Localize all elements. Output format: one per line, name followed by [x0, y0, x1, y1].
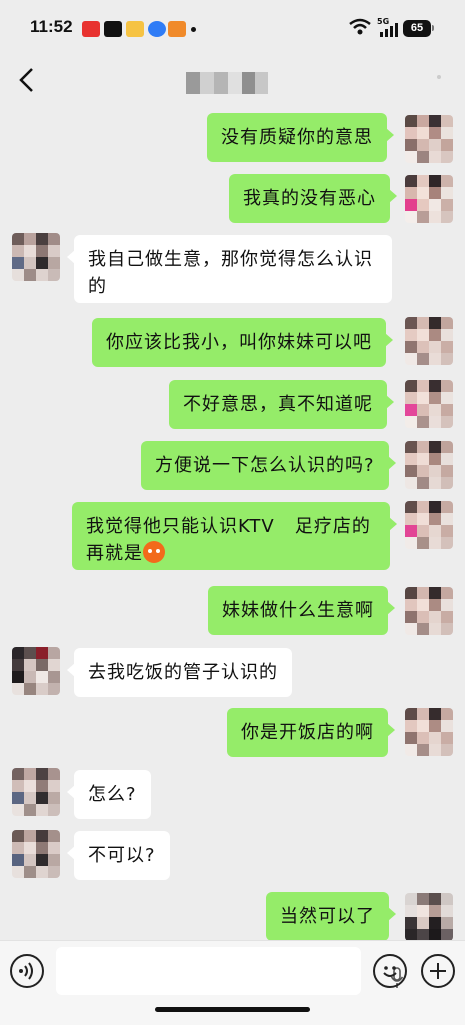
my-avatar[interactable]: [405, 587, 453, 635]
message-bubble-sent[interactable]: 我真的没有恶心: [229, 174, 397, 223]
message-bubble-sent[interactable]: 不好意思，真不知道呢: [169, 380, 394, 429]
voice-input-icon[interactable]: [10, 954, 44, 988]
toutiao-icon: [82, 21, 100, 37]
message-bubble-received[interactable]: 去我吃饭的管子认识的: [67, 648, 292, 697]
game-icon: [168, 21, 186, 37]
tiktok-icon: [104, 21, 122, 37]
contact-avatar[interactable]: [12, 233, 60, 281]
my-avatar[interactable]: [405, 893, 453, 941]
contact-avatar[interactable]: [12, 830, 60, 878]
message-bubble-sent[interactable]: 当然可以了: [266, 892, 396, 941]
contact-avatar[interactable]: [12, 647, 60, 695]
emoji-icon[interactable]: [373, 954, 407, 988]
battery-indicator: 65: [403, 20, 431, 37]
message-bubble-sent[interactable]: 没有质疑你的意思: [207, 113, 394, 162]
my-avatar[interactable]: [405, 115, 453, 163]
message-line: 我自己做生意，那你觉得怎么认识: [88, 249, 373, 270]
message-bubble-received[interactable]: 怎么?: [67, 770, 151, 819]
message-bubble-sent[interactable]: 我觉得他只能认识KTV 足疗店的 再就是: [72, 502, 397, 570]
chat-header: [0, 52, 465, 108]
message-bubble-sent[interactable]: 你应该比我小，叫你妹妹可以吧: [92, 318, 393, 367]
more-options-icon[interactable]: [437, 75, 441, 79]
my-avatar[interactable]: [405, 501, 453, 549]
message-bubble-received[interactable]: 不可以?: [67, 831, 170, 880]
status-time: 11:52: [30, 17, 73, 36]
plus-icon[interactable]: [421, 954, 455, 988]
message-bubble-sent[interactable]: 方便说一下怎么认识的吗?: [141, 441, 396, 490]
my-avatar[interactable]: [405, 708, 453, 756]
my-avatar[interactable]: [405, 380, 453, 428]
message-bubble-received[interactable]: 我自己做生意，那你觉得怎么认识 的: [67, 235, 392, 303]
message-line: 的: [88, 276, 107, 297]
more-notifications-dot: [191, 27, 196, 32]
message-bubble-sent[interactable]: 你是开饭店的啊: [227, 708, 395, 757]
message-line: 我觉得他只能认识KTV 足疗店的: [86, 516, 371, 537]
input-bar: [0, 940, 465, 1025]
chevron-left-icon[interactable]: [16, 66, 38, 94]
emoji-face-icon: [143, 541, 165, 563]
status-bar: 11:52 5G 65: [0, 0, 465, 52]
contact-avatar[interactable]: [12, 768, 60, 816]
message-bubble-sent[interactable]: 妹妹做什么生意啊: [208, 586, 395, 635]
wifi-icon: [349, 18, 371, 35]
my-avatar[interactable]: [405, 441, 453, 489]
contact-name-obscured: [186, 72, 268, 94]
my-avatar[interactable]: [405, 317, 453, 365]
message-line: 再就是: [86, 540, 376, 567]
browser-icon: [148, 21, 166, 37]
my-avatar[interactable]: [405, 175, 453, 223]
battery-tip: [432, 25, 434, 31]
message-input[interactable]: [56, 947, 404, 995]
signal-icon: [380, 23, 398, 37]
photo-app-icon: [126, 21, 144, 37]
home-indicator[interactable]: [155, 1007, 310, 1012]
